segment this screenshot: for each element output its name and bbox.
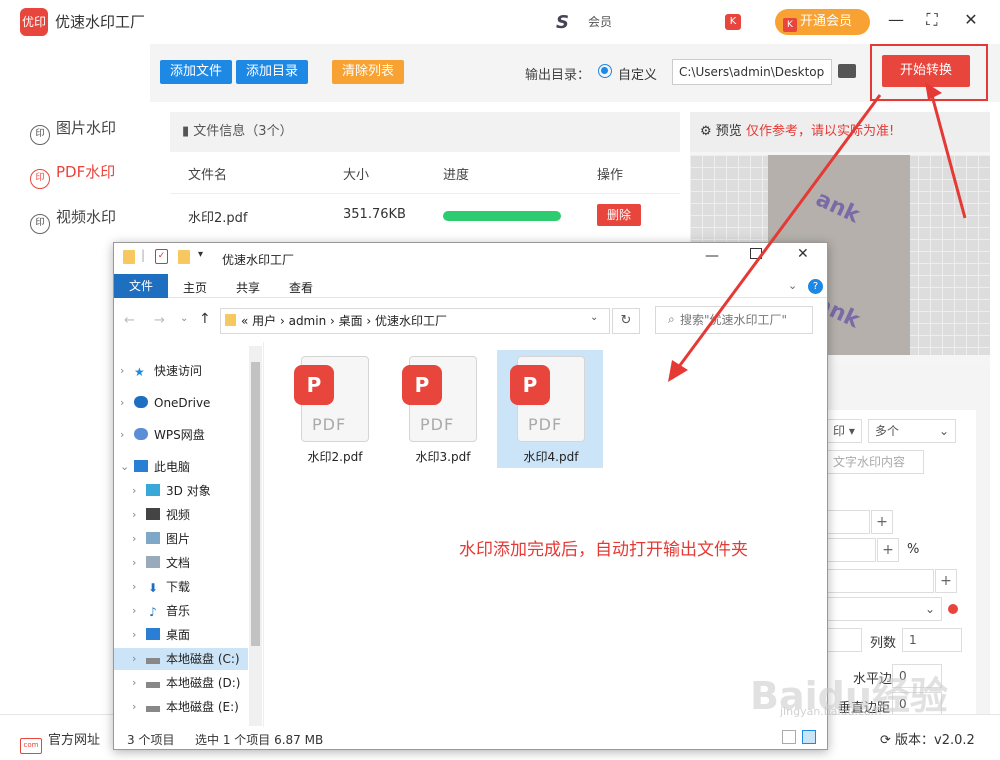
baidu-watermark-url: jingyan.baidu.com <box>780 705 882 718</box>
annotation-arrows <box>668 82 967 382</box>
arrow-head <box>668 360 688 382</box>
arrow-line <box>928 87 967 219</box>
arrow-line <box>673 94 882 373</box>
